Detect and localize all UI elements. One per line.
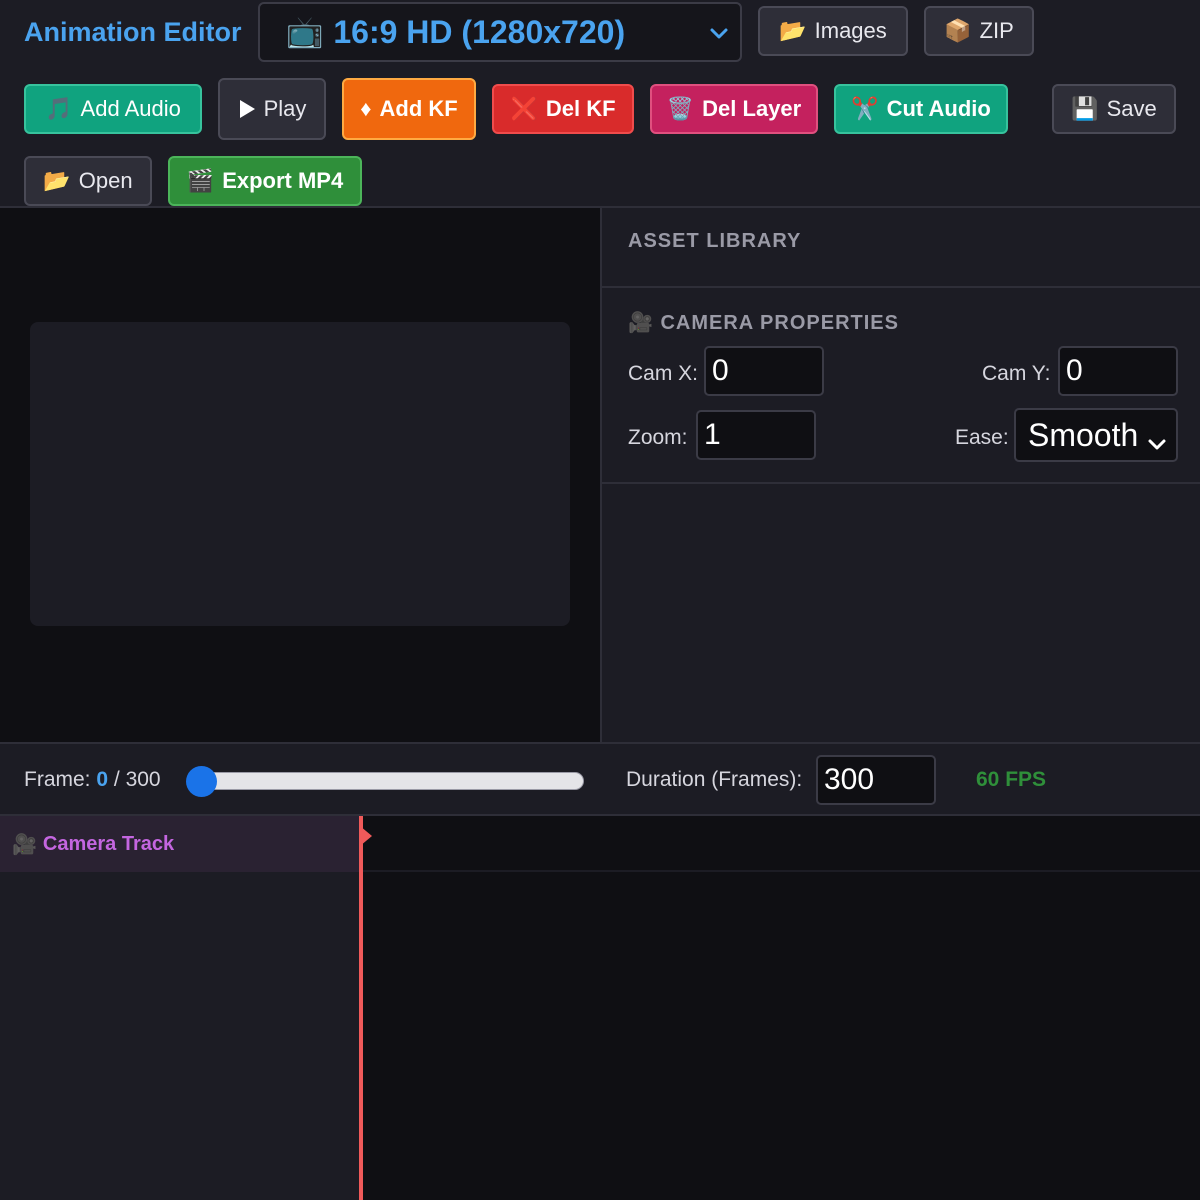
track-name: Camera Track [42, 832, 175, 855]
total-frames: 300 [125, 768, 161, 791]
play-button[interactable]: Play [218, 78, 326, 140]
frame-slider-thumb[interactable] [186, 766, 217, 797]
timeline-tracks: 🎥 Camera Track [0, 816, 1200, 1200]
open-label: Open [78, 168, 133, 193]
frame-counter: Frame: 0 / 300 [24, 768, 161, 792]
cam-x-label: Cam X: [628, 362, 699, 385]
ease-label: Ease: [955, 426, 1009, 449]
timeline-controls: Frame: 0 / 300 Duration (Frames): 300 60… [0, 742, 1200, 816]
floppy-disk-icon: 💾 [1071, 96, 1099, 121]
playhead-handle[interactable] [360, 826, 372, 846]
ease-select-value: Smooth [1028, 416, 1139, 453]
playhead[interactable] [359, 816, 363, 1200]
camera-properties-title: CAMERA PROPERTIES [660, 312, 899, 334]
add-audio-button[interactable]: 🎵 Add Audio [24, 84, 202, 134]
images-button[interactable]: 📂 Images [758, 6, 908, 56]
delete-keyframe-button[interactable]: ❌ Del KF [492, 84, 634, 134]
movie-camera-icon: 🎥 [12, 833, 37, 856]
delete-layer-button[interactable]: 🗑️ Del Layer [650, 84, 818, 134]
zip-button[interactable]: 📦 ZIP [924, 6, 1034, 56]
chevron-down-icon [706, 18, 732, 55]
add-keyframe-label: Add KF [379, 96, 458, 121]
zip-button-label: ZIP [979, 18, 1014, 43]
track-name-column: 🎥 Camera Track [0, 816, 360, 1200]
track-lane-divider [360, 870, 1200, 872]
images-button-label: Images [814, 18, 887, 43]
properties-panel: ASSET LIBRARY 🎥 CAMERA PROPERTIES Cam X:… [600, 208, 1200, 742]
cam-y-input[interactable]: 0 [1058, 346, 1178, 396]
delete-layer-label: Del Layer [702, 96, 802, 121]
cross-mark-icon: ❌ [510, 96, 538, 121]
delete-keyframe-label: Del KF [545, 96, 616, 121]
resolution-preset-select[interactable]: 📺 16:9 HD (1280x720) [258, 2, 742, 62]
tv-icon: 📺 [286, 15, 324, 49]
export-mp4-button[interactable]: 🎬 Export MP4 [168, 156, 362, 206]
preview-stage [0, 208, 600, 742]
diamond-icon: ♦ [360, 96, 372, 121]
chevron-down-icon [1146, 426, 1168, 463]
track-row[interactable]: 🎥 Camera Track [0, 816, 360, 872]
zoom-input[interactable]: 1 [696, 410, 816, 460]
frame-separator: / [113, 768, 120, 791]
preview-canvas[interactable] [30, 322, 570, 626]
trash-icon: 🗑️ [666, 96, 695, 121]
resolution-preset-value: 16:9 HD (1280x720) [333, 13, 626, 50]
current-frame: 0 [96, 768, 109, 791]
cut-audio-label: Cut Audio [886, 96, 991, 121]
save-button[interactable]: 💾 Save [1052, 84, 1176, 134]
movie-camera-icon: 🎥 [628, 312, 654, 334]
scissors-icon: ✂️ [851, 96, 879, 121]
folder-icon: 📂 [43, 168, 71, 193]
divider [602, 482, 1200, 484]
asset-library-heading: ASSET LIBRARY [628, 230, 802, 252]
open-button[interactable]: 📂 Open [24, 156, 152, 206]
save-label: Save [1106, 96, 1157, 121]
play-icon [238, 99, 256, 119]
cam-x-input[interactable]: 0 [704, 346, 824, 396]
fps-indicator: 60 FPS [976, 768, 1047, 791]
app-title: Animation Editor [24, 17, 242, 47]
duration-input[interactable]: 300 [816, 755, 936, 805]
ease-select[interactable]: Smooth [1014, 408, 1178, 462]
toolbar: Animation Editor 📺 16:9 HD (1280x720) 📂 … [0, 0, 1200, 208]
play-label: Play [263, 96, 307, 121]
music-note-icon: 🎵 [45, 96, 73, 121]
divider [602, 286, 1200, 288]
clapperboard-icon: 🎬 [186, 168, 215, 193]
zoom-label: Zoom: [628, 426, 688, 449]
frame-slider-track[interactable] [190, 772, 584, 790]
export-mp4-label: Export MP4 [222, 168, 344, 193]
cut-audio-button[interactable]: ✂️ Cut Audio [834, 84, 1008, 134]
frame-label: Frame: [24, 768, 91, 791]
camera-properties-heading: 🎥 CAMERA PROPERTIES [628, 310, 899, 335]
cam-y-label: Cam Y: [982, 362, 1051, 385]
folder-icon: 📂 [779, 18, 807, 43]
add-audio-label: Add Audio [80, 96, 181, 121]
duration-label: Duration (Frames): [626, 768, 803, 791]
add-keyframe-button[interactable]: ♦ Add KF [342, 78, 476, 140]
package-icon: 📦 [944, 18, 972, 43]
